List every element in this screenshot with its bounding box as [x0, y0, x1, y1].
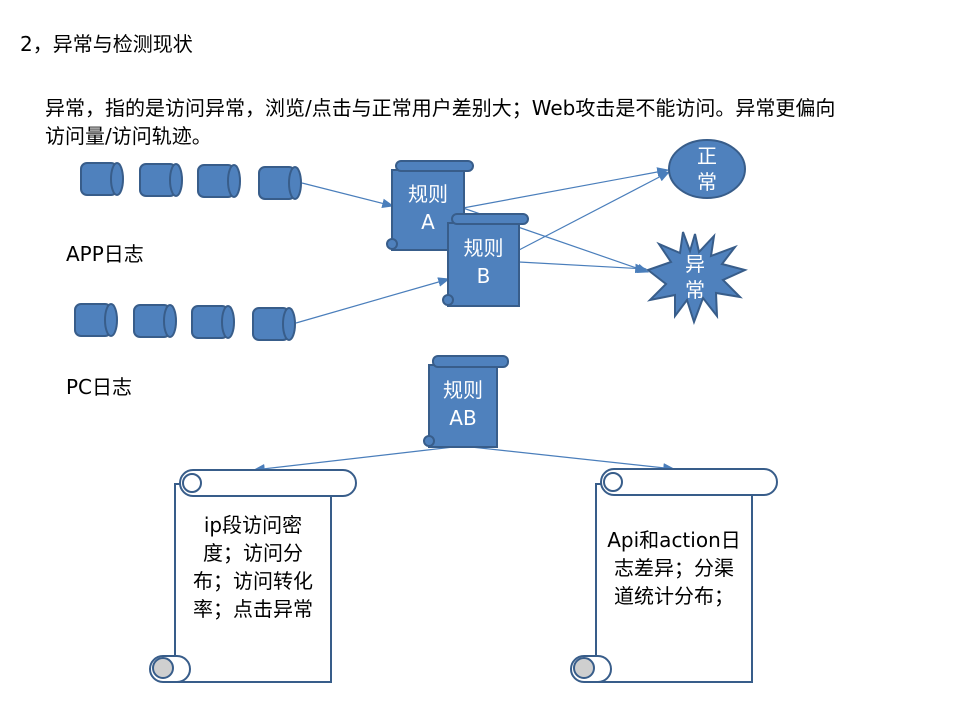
anomaly-line2: 常 [685, 278, 705, 302]
arrow-app-to-rule-a [301, 182, 395, 209]
arrow-rule-ab-to-left-note [252, 445, 463, 474]
normal-line2: 常 [697, 170, 717, 194]
normal-outcome-label: 正 常 [669, 143, 745, 195]
log-cylinder-icon [74, 303, 118, 337]
log-cylinder-icon [258, 166, 302, 200]
log-cylinder-icon [197, 164, 241, 198]
rule-b-line2: B [476, 264, 491, 288]
anomaly-line1: 异 [685, 252, 705, 276]
rule-ab-line1: 规则 [443, 378, 483, 402]
pc-log-cylinders [74, 303, 296, 341]
rule-ab-line2: AB [449, 406, 477, 430]
flow-diagram [74, 139, 778, 683]
rule-b-line1: 规则 [463, 236, 504, 260]
rule-a-label: 规则 A [392, 180, 464, 236]
anomaly-outcome-label: 异 常 [668, 251, 722, 303]
normal-line1: 正 [697, 144, 717, 168]
arrow-rule-b-to-anomaly [518, 261, 648, 274]
log-cylinder-icon [191, 305, 235, 339]
right-note-text: Api和action日志差异；分渠道统计分布； [607, 528, 741, 608]
left-note-text: ip段访问密度；访问分布；访问转化率；点击异常 [193, 513, 313, 621]
arrow-pc-to-rule-b [295, 277, 451, 324]
rule-ab-label: 规则 AB [429, 376, 497, 432]
log-cylinder-icon [80, 162, 124, 196]
rule-b-label: 规则 B [448, 234, 519, 290]
log-cylinder-icon [139, 163, 183, 197]
rule-a-line1: 规则 [408, 182, 448, 206]
log-cylinder-icon [252, 307, 296, 341]
rule-a-line2: A [421, 210, 435, 234]
app-log-cylinders [80, 162, 302, 200]
log-cylinder-icon [133, 304, 177, 338]
arrow-rule-ab-to-right-note [461, 445, 676, 473]
